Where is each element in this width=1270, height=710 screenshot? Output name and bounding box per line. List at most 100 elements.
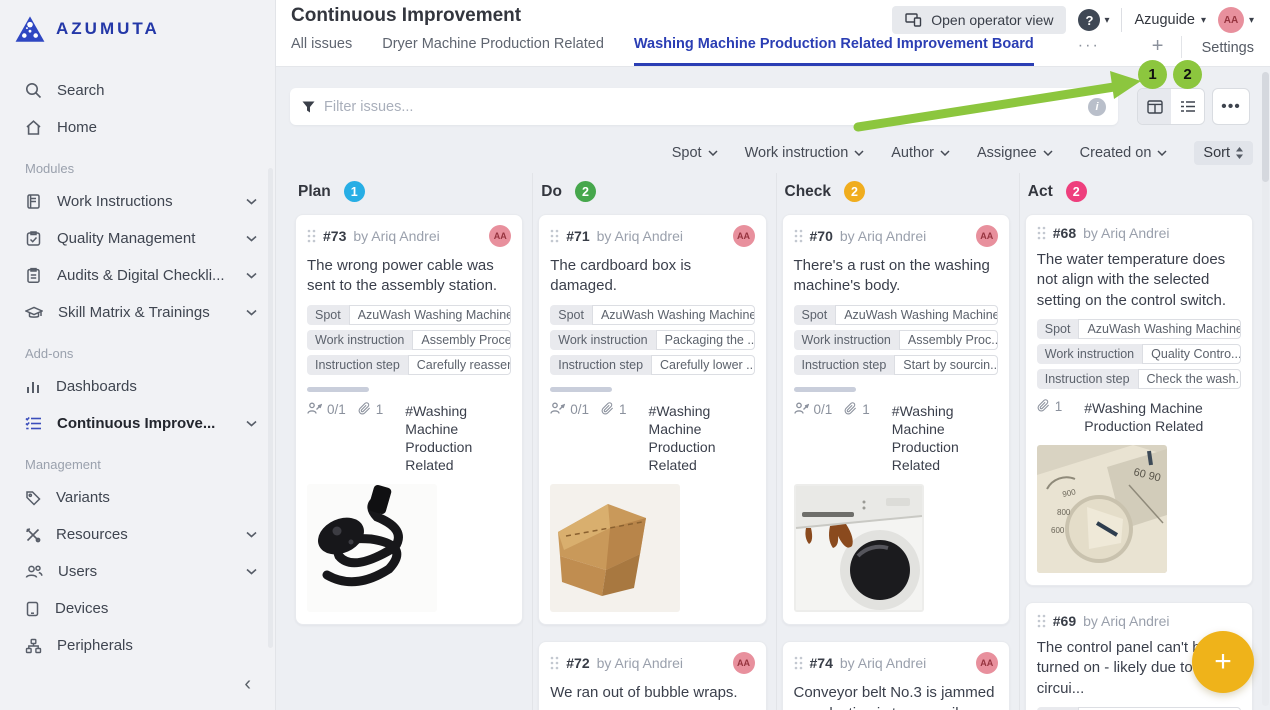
tab-washing-board[interactable]: Washing Machine Production Related Impro… [634, 36, 1034, 66]
attachment-photo-control-knob[interactable]: 60 90900800600 [1037, 445, 1167, 573]
sidebar-item-skill-matrix[interactable]: Skill Matrix & Trainings [0, 294, 275, 331]
create-issue-fab[interactable]: + [1192, 631, 1254, 693]
tag-key: Instruction step [1037, 369, 1138, 389]
issue-card-70[interactable]: #70 by Ariq Andrei AA There's a rust on … [782, 214, 1010, 625]
drag-handle-icon[interactable] [1037, 614, 1046, 628]
attachment-photo-power-cable[interactable] [307, 484, 437, 612]
sidebar-item-continuous-improvement[interactable]: Continuous Improve... [0, 405, 275, 442]
tag-value: Assembly Proc... [899, 330, 998, 350]
issue-hashtag[interactable]: #Washing Machine Production Related [405, 402, 511, 475]
list-view-button[interactable] [1171, 89, 1204, 124]
drag-handle-icon[interactable] [550, 656, 559, 670]
sidebar-item-users[interactable]: Users [0, 553, 275, 590]
issue-byline: by Ariq Andrei [353, 228, 482, 244]
svg-text:600: 600 [1051, 526, 1065, 535]
filter-spot[interactable]: Spot [672, 145, 718, 161]
issue-card-71[interactable]: #71 by Ariq Andrei AA The cardboard box … [538, 214, 766, 625]
sidebar-item-work-instructions[interactable]: Work Instructions [0, 183, 275, 220]
issue-description: The wrong power cable was sent to the as… [307, 256, 511, 297]
issue-card-73[interactable]: #73 by Ariq Andrei AA The wrong power ca… [295, 214, 523, 625]
open-operator-view-button[interactable]: Open operator view [892, 6, 1066, 34]
sidebar-item-home[interactable]: Home [0, 109, 275, 146]
issue-hashtag[interactable]: #Washing Machine Production Related [1084, 399, 1241, 435]
sidebar-collapse-button[interactable]: ‹ [236, 669, 259, 700]
board-view-button[interactable] [1138, 89, 1171, 124]
sidebar-item-variants[interactable]: Variants [0, 479, 275, 516]
column-header: Plan 1 [290, 173, 532, 208]
filter-issues-input[interactable] [324, 99, 1079, 115]
sidebar-item-peripherals[interactable]: Peripherals [0, 627, 275, 664]
tag-key: Instruction step [794, 355, 895, 375]
tag-value: Carefully lower ... [651, 355, 754, 375]
column-count-badge: 2 [575, 181, 596, 202]
header-divider [1121, 8, 1122, 32]
paperclip-icon [601, 402, 614, 415]
tabs-more-icon[interactable]: ··· [1078, 37, 1100, 66]
filter-author[interactable]: Author [891, 145, 950, 161]
issue-card-68[interactable]: #68 by Ariq Andrei The water temperature… [1025, 214, 1253, 586]
attachment-photo-cardboard[interactable] [550, 484, 680, 612]
issue-card-74[interactable]: #74 by Ariq Andrei AA Conveyor belt No.3… [782, 641, 1010, 710]
user-menu[interactable]: AA ▾ [1218, 7, 1254, 33]
sidebar-item-quality-management[interactable]: Quality Management [0, 220, 275, 257]
org-dropdown[interactable]: Azuguide ▾ [1134, 12, 1206, 28]
tag-value: Carefully reassem... [408, 355, 511, 375]
chevron-down-icon [246, 235, 257, 242]
help-menu[interactable]: ? ▾ [1078, 9, 1109, 31]
column-count-badge: 2 [844, 181, 865, 202]
sort-button[interactable]: Sort [1194, 141, 1253, 165]
filter-assignee[interactable]: Assignee [977, 145, 1053, 161]
column-header: Act 2 [1020, 173, 1262, 208]
assignee-icon [794, 402, 809, 415]
issue-byline: by Ariq Andrei [597, 655, 726, 671]
drag-handle-icon[interactable] [550, 229, 559, 243]
tab-dryer-board[interactable]: Dryer Machine Production Related [382, 36, 604, 66]
filter-created-on[interactable]: Created on [1080, 145, 1168, 161]
drag-handle-icon[interactable] [794, 656, 803, 670]
chevron-down-icon [246, 420, 257, 427]
assignee-count: 0/1 [570, 402, 589, 417]
tools-icon [25, 527, 41, 543]
chevron-down-icon [940, 150, 950, 156]
sort-icon [1235, 147, 1244, 159]
sidebar-item-devices[interactable]: Devices [0, 590, 275, 627]
brand-logo[interactable]: AZUMUTA [0, 0, 275, 44]
list-icon [1180, 100, 1196, 113]
issue-hashtag[interactable]: #Washing Machine Production Related [649, 402, 755, 475]
attachment-count: 1 [619, 402, 627, 417]
annotation-step-1: 1 [1138, 60, 1167, 89]
sidebar-item-resources[interactable]: Resources [0, 516, 275, 553]
attachment-count: 1 [862, 402, 870, 417]
board-settings-button[interactable]: Settings [1202, 40, 1254, 56]
board-more-button[interactable]: ••• [1212, 88, 1250, 125]
drag-handle-icon[interactable] [307, 229, 316, 243]
clipboard-check-icon [25, 230, 42, 247]
page-scrollbar[interactable] [1262, 72, 1269, 706]
filter-work-instruction[interactable]: Work instruction [745, 145, 865, 161]
tabs-divider [1181, 36, 1182, 58]
sidebar-item-dashboards[interactable]: Dashboards [0, 368, 275, 405]
header-actions: Open operator view ? ▾ Azuguide ▾ AA ▾ [892, 6, 1254, 34]
filter-bar: i [290, 88, 1118, 125]
help-icon: ? [1078, 9, 1100, 31]
tab-all-issues[interactable]: All issues [291, 36, 352, 66]
tablet-icon [25, 601, 40, 617]
info-icon[interactable]: i [1088, 98, 1106, 116]
sidebar-scrollbar[interactable] [268, 168, 273, 648]
drag-handle-icon[interactable] [794, 229, 803, 243]
issue-id: #69 [1053, 613, 1076, 629]
issue-card-72[interactable]: #72 by Ariq Andrei AA We ran out of bubb… [538, 641, 766, 710]
operator-view-icon [905, 13, 922, 27]
sidebar-item-search[interactable]: Search [0, 72, 275, 109]
issue-id: #74 [810, 655, 833, 671]
attachment-count: 1 [1055, 399, 1063, 414]
issue-description: We ran out of bubble wraps. [550, 683, 754, 703]
issue-hashtag[interactable]: #Washing Machine Production Related [892, 402, 998, 475]
drag-handle-icon[interactable] [1037, 226, 1046, 240]
clipboard-list-icon [25, 267, 42, 284]
tag-value: AzuWash Washing Machine [1078, 319, 1241, 339]
attachment-photo-rusty-washer[interactable] [794, 484, 924, 612]
sidebar-item-audits-checklists[interactable]: Audits & Digital Checkli... [0, 257, 275, 294]
column-count-badge: 2 [1066, 181, 1087, 202]
caret-down-icon: ▾ [1104, 15, 1109, 26]
